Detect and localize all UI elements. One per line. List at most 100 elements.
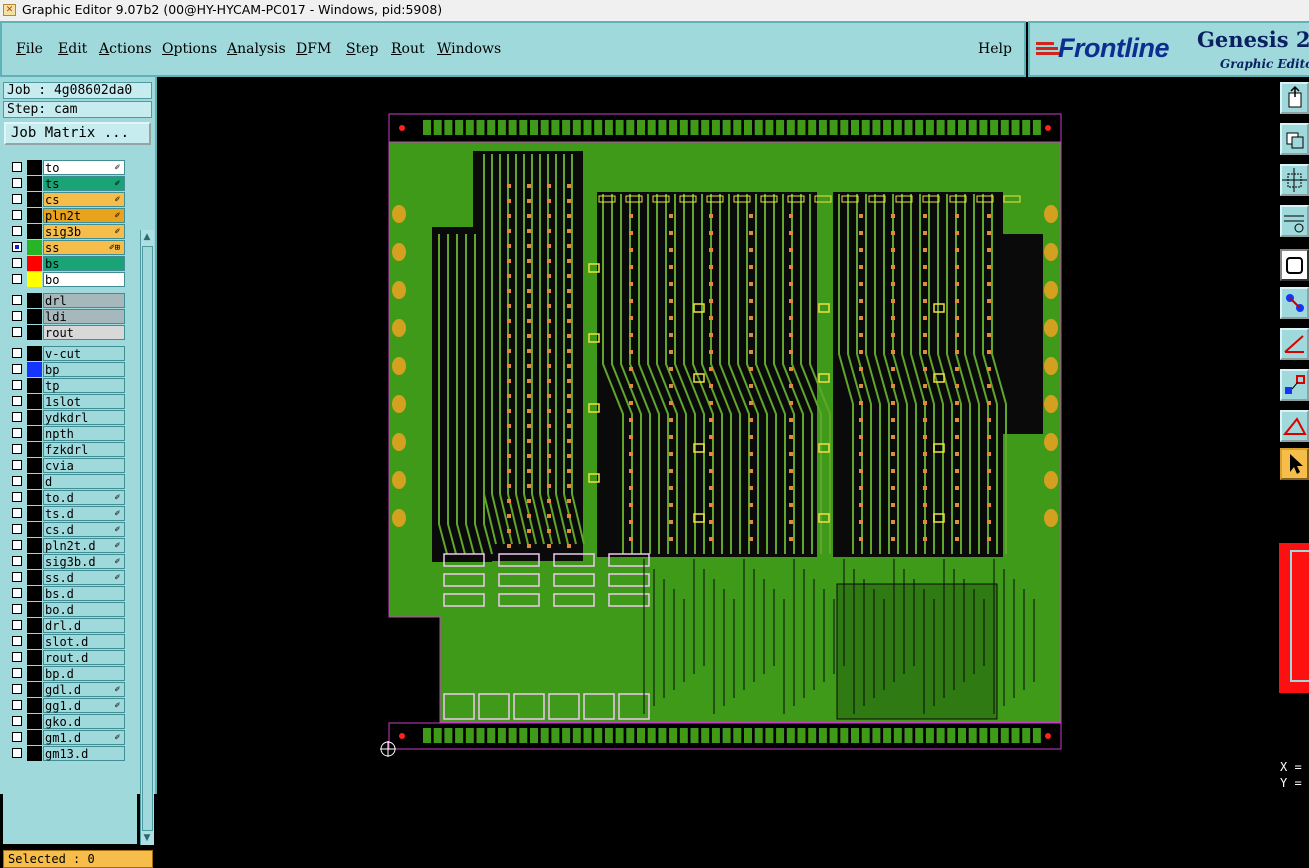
layer-row-rout-d[interactable]: rout.d <box>6 650 126 665</box>
layer-checkbox[interactable] <box>12 348 22 358</box>
export-icon[interactable] <box>1280 82 1309 114</box>
layer-name[interactable]: gm1.d ✐ <box>43 730 125 745</box>
measure-icon[interactable] <box>1280 328 1309 360</box>
layer-color-swatch[interactable] <box>27 698 42 713</box>
layer-name[interactable]: ts.d ✐ <box>43 506 125 521</box>
layer-checkbox[interactable] <box>12 295 22 305</box>
copy-icon[interactable] <box>1280 123 1309 155</box>
layer-checkbox[interactable] <box>12 476 22 486</box>
layer-row-pln2t[interactable]: pln2t ✐ <box>6 208 126 223</box>
layer-checkbox[interactable] <box>12 460 22 470</box>
layer-name[interactable]: drl.d <box>43 618 125 633</box>
layer-checkbox[interactable] <box>12 428 22 438</box>
scroll-up-icon[interactable]: ▲ <box>142 231 152 243</box>
layer-checkbox[interactable] <box>12 540 22 550</box>
layer-row-npth[interactable]: npth <box>6 426 126 441</box>
layer-row-d[interactable]: d <box>6 474 126 489</box>
layer-color-swatch[interactable] <box>27 378 42 393</box>
layer-name[interactable]: pln2t.d ✐ <box>43 538 125 553</box>
menu-file[interactable]: File <box>16 41 43 57</box>
layer-name[interactable]: sig3b ✐ <box>43 224 125 239</box>
layer-checkbox[interactable] <box>12 684 22 694</box>
layer-row-v-cut[interactable]: v-cut <box>6 346 126 361</box>
layer-row-1slot[interactable]: 1slot <box>6 394 126 409</box>
layer-checkbox[interactable] <box>12 327 22 337</box>
layer-name[interactable]: ydkdrl <box>43 410 125 425</box>
layer-color-swatch[interactable] <box>27 570 42 585</box>
layer-row-tp[interactable]: tp <box>6 378 126 393</box>
job-matrix-button[interactable]: Job Matrix ... <box>4 122 151 145</box>
layer-row-bs-d[interactable]: bs.d <box>6 586 126 601</box>
layer-name[interactable]: sig3b.d ✐ <box>43 554 125 569</box>
layer-checkbox[interactable] <box>12 258 22 268</box>
layer-name[interactable]: tp <box>43 378 125 393</box>
layer-checkbox[interactable] <box>12 524 22 534</box>
layer-name[interactable]: to.d ✐ <box>43 490 125 505</box>
layer-color-swatch[interactable] <box>27 192 42 207</box>
layer-color-swatch[interactable] <box>27 272 42 287</box>
layer-row-ydkdrl[interactable]: ydkdrl <box>6 410 126 425</box>
angle-icon[interactable] <box>1280 410 1309 442</box>
pointer-icon[interactable] <box>1280 448 1309 480</box>
layer-color-swatch[interactable] <box>27 160 42 175</box>
layer-checkbox[interactable] <box>12 668 22 678</box>
layer-checkbox[interactable] <box>12 444 22 454</box>
layer-color-swatch[interactable] <box>27 346 42 361</box>
layer-row-gm13-d[interactable]: gm13.d <box>6 746 126 761</box>
layer-row-drl-d[interactable]: drl.d <box>6 618 126 633</box>
layer-checkbox[interactable] <box>12 652 22 662</box>
layer-scrollbar[interactable]: ▲ ▼ <box>140 230 154 845</box>
layer-name[interactable]: slot.d <box>43 634 125 649</box>
layer-row-bs[interactable]: bs <box>6 256 126 271</box>
layer-color-swatch[interactable] <box>27 730 42 745</box>
layer-name[interactable]: bo <box>43 272 125 287</box>
layer-name[interactable]: gdl.d ✐ <box>43 682 125 697</box>
menu-step[interactable]: Step <box>346 41 378 57</box>
layer-name[interactable]: bp <box>43 362 125 377</box>
layer-name[interactable]: d <box>43 474 125 489</box>
layer-color-swatch[interactable] <box>27 426 42 441</box>
layer-color-swatch[interactable] <box>27 394 42 409</box>
layer-checkbox[interactable] <box>12 620 22 630</box>
layer-color-swatch[interactable] <box>27 666 42 681</box>
snap-icon[interactable] <box>1280 369 1309 401</box>
layer-row-gg1-d[interactable]: gg1.d ✐ <box>6 698 126 713</box>
layer-row-cvia[interactable]: cvia <box>6 458 126 473</box>
layer-row-bp-d[interactable]: bp.d <box>6 666 126 681</box>
layer-checkbox[interactable] <box>12 242 22 252</box>
layer-checkbox[interactable] <box>12 716 22 726</box>
menu-edit[interactable]: Edit <box>58 41 87 57</box>
layer-row-bo[interactable]: bo <box>6 272 126 287</box>
layer-row-cs[interactable]: cs ✐ <box>6 192 126 207</box>
layer-checkbox[interactable] <box>12 194 22 204</box>
layer-row-to[interactable]: to ✐ <box>6 160 126 175</box>
layer-checkbox[interactable] <box>12 226 22 236</box>
settings-icon[interactable] <box>1280 205 1309 237</box>
layer-row-ss-d[interactable]: ss.d ✐ <box>6 570 126 585</box>
layer-name[interactable]: gm13.d <box>43 746 125 761</box>
layer-color-swatch[interactable] <box>27 474 42 489</box>
layer-color-swatch[interactable] <box>27 506 42 521</box>
layer-name[interactable]: npth <box>43 426 125 441</box>
layer-color-swatch[interactable] <box>27 410 42 425</box>
layer-checkbox[interactable] <box>12 700 22 710</box>
layer-color-swatch[interactable] <box>27 602 42 617</box>
layer-color-swatch[interactable] <box>27 490 42 505</box>
layer-color-swatch[interactable] <box>27 522 42 537</box>
layer-color-swatch[interactable] <box>27 224 42 239</box>
layer-checkbox[interactable] <box>12 412 22 422</box>
layer-name[interactable]: rout.d <box>43 650 125 665</box>
layer-name[interactable]: bp.d <box>43 666 125 681</box>
graphic-canvas[interactable] <box>157 77 1277 794</box>
resize-icon[interactable] <box>1280 164 1309 196</box>
layer-checkbox[interactable] <box>12 210 22 220</box>
menu-options[interactable]: Options <box>162 41 217 57</box>
layer-row-bo-d[interactable]: bo.d <box>6 602 126 617</box>
menu-windows[interactable]: Windows <box>437 41 501 57</box>
layer-color-swatch[interactable] <box>27 325 42 340</box>
layer-row-ts-d[interactable]: ts.d ✐ <box>6 506 126 521</box>
layer-row-drl[interactable]: drl <box>6 293 126 308</box>
layer-checkbox[interactable] <box>12 274 22 284</box>
layer-name[interactable]: bs <box>43 256 125 271</box>
layer-color-swatch[interactable] <box>27 634 42 649</box>
